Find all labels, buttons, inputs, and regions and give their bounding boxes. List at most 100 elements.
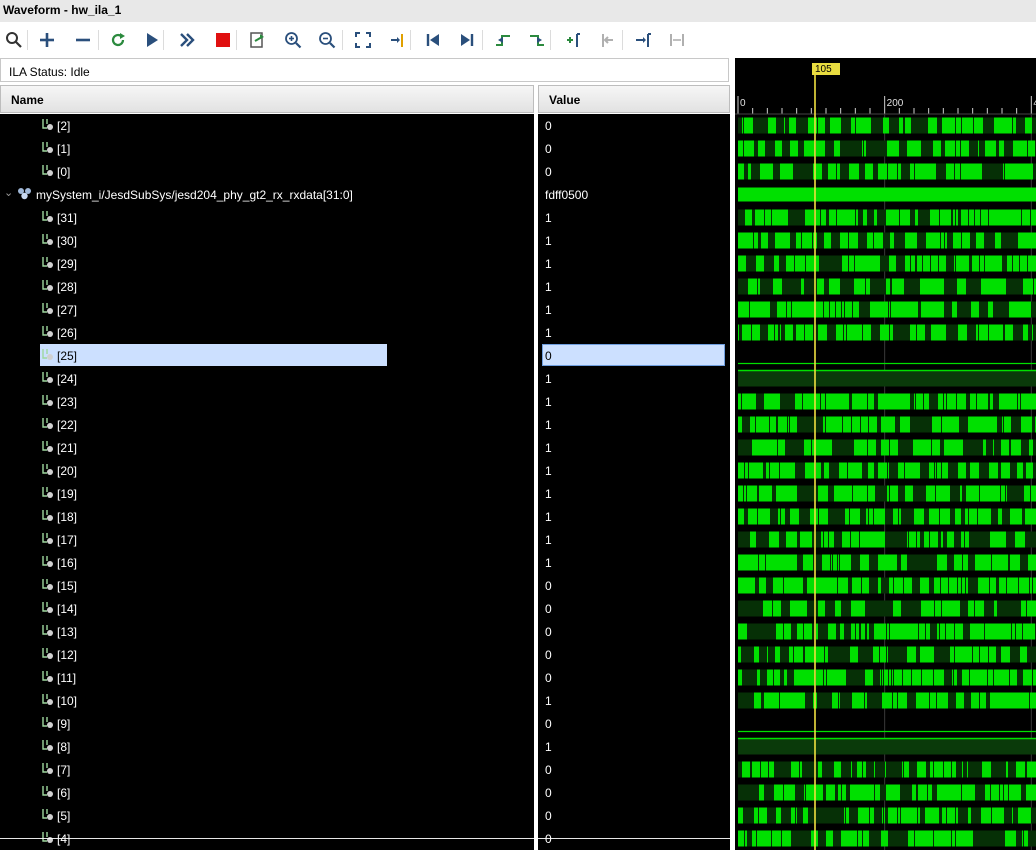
next-marker-button[interactable] bbox=[629, 26, 657, 54]
cursor-button[interactable] bbox=[383, 26, 411, 54]
signal-row[interactable]: [30] bbox=[0, 229, 534, 252]
fast-forward-button[interactable] bbox=[173, 26, 201, 54]
signal-value-row[interactable]: fdff0500 bbox=[538, 183, 730, 206]
name-column-header[interactable]: Name bbox=[0, 85, 534, 113]
signal-row[interactable]: [19] bbox=[0, 482, 534, 505]
column-splitter[interactable] bbox=[534, 85, 538, 850]
prev-transition-button[interactable] bbox=[489, 26, 517, 54]
signal-value-row[interactable]: 1 bbox=[538, 206, 730, 229]
signal-value-row[interactable]: 1 bbox=[538, 528, 730, 551]
signal-row[interactable]: [2] bbox=[0, 114, 534, 137]
signal-row[interactable]: [11] bbox=[0, 666, 534, 689]
signal-value-row[interactable]: 1 bbox=[538, 459, 730, 482]
signal-value-row[interactable]: 1 bbox=[538, 321, 730, 344]
signal-row[interactable]: [27] bbox=[0, 298, 534, 321]
signal-value-row[interactable]: 1 bbox=[538, 298, 730, 321]
export-button[interactable] bbox=[243, 26, 271, 54]
signal-value-row[interactable]: 1 bbox=[538, 252, 730, 275]
signal-row[interactable]: [7] bbox=[0, 758, 534, 781]
signal-row[interactable]: [8] bbox=[0, 735, 534, 758]
signal-row[interactable]: [10] bbox=[0, 689, 534, 712]
signal-row[interactable]: [9] bbox=[0, 712, 534, 735]
value-column-header[interactable]: Value bbox=[538, 85, 730, 113]
waveform-canvas[interactable]: 02004105 bbox=[735, 58, 1036, 850]
signal-row[interactable]: [21] bbox=[0, 436, 534, 459]
add-marker-button[interactable] bbox=[559, 26, 587, 54]
waveform-pulse bbox=[1021, 577, 1024, 594]
minus-button[interactable] bbox=[69, 26, 97, 54]
signal-value-row[interactable]: 1 bbox=[538, 436, 730, 459]
signal-row[interactable]: [28] bbox=[0, 275, 534, 298]
waveform-pulse bbox=[855, 255, 863, 272]
signal-value-row[interactable]: 0 bbox=[538, 712, 730, 735]
waveform-pulse bbox=[754, 531, 756, 548]
refresh-button[interactable] bbox=[104, 26, 132, 54]
zoom-out-button[interactable] bbox=[313, 26, 341, 54]
waveform-pulse bbox=[803, 393, 809, 410]
go-last-button[interactable] bbox=[453, 26, 481, 54]
signal-row[interactable]: [25] bbox=[0, 344, 534, 367]
signal-row[interactable]: [15] bbox=[0, 574, 534, 597]
plus-button[interactable] bbox=[33, 26, 61, 54]
signal-row[interactable]: [1] bbox=[0, 137, 534, 160]
signal-row[interactable]: [20] bbox=[0, 459, 534, 482]
signal-row[interactable]: [14] bbox=[0, 597, 534, 620]
signal-value-row[interactable]: 1 bbox=[538, 413, 730, 436]
signal-row[interactable]: [31] bbox=[0, 206, 534, 229]
bus-signal-row[interactable]: ⌄ mySystem_i/JesdSubSys/jesd204_phy_gt2_r… bbox=[0, 183, 534, 206]
signal-row[interactable]: [24] bbox=[0, 367, 534, 390]
signal-row[interactable]: [6] bbox=[0, 781, 534, 804]
signal-value-row[interactable]: 1 bbox=[538, 689, 730, 712]
zoom-fit-button[interactable] bbox=[349, 26, 377, 54]
zoom-in-button[interactable] bbox=[279, 26, 307, 54]
signal-row[interactable]: [16] bbox=[0, 551, 534, 574]
signal-row[interactable]: [18] bbox=[0, 505, 534, 528]
waveform-pulse bbox=[801, 278, 804, 295]
signal-value-row[interactable]: 0 bbox=[538, 758, 730, 781]
go-first-button[interactable] bbox=[419, 26, 447, 54]
signal-row[interactable]: [22] bbox=[0, 413, 534, 436]
prev-marker-button[interactable] bbox=[593, 26, 621, 54]
signal-value-row[interactable]: 0 bbox=[538, 620, 730, 643]
signal-value-row[interactable]: 1 bbox=[538, 275, 730, 298]
waveform-pulse bbox=[778, 508, 780, 525]
search-button[interactable] bbox=[0, 26, 28, 54]
horizontal-scrollbar-track[interactable] bbox=[0, 838, 730, 839]
signal-value-row[interactable]: 0 bbox=[538, 137, 730, 160]
stop-button[interactable] bbox=[209, 26, 237, 54]
waveform-pulse bbox=[816, 462, 821, 479]
signal-value-row[interactable]: 0 bbox=[538, 344, 730, 367]
waveform-pulse bbox=[766, 554, 773, 571]
signal-value-row[interactable]: 0 bbox=[538, 666, 730, 689]
signal-value-row[interactable]: 0 bbox=[538, 804, 730, 827]
signal-value-row[interactable]: 1 bbox=[538, 482, 730, 505]
signal-row[interactable]: [5] bbox=[0, 804, 534, 827]
signal-value-row[interactable]: 0 bbox=[538, 160, 730, 183]
waveform-pulse bbox=[858, 439, 867, 456]
signal-value-row[interactable]: 0 bbox=[538, 597, 730, 620]
waveform-pulse bbox=[971, 301, 977, 318]
signal-value-row[interactable]: 1 bbox=[538, 229, 730, 252]
signal-value-row[interactable]: 1 bbox=[538, 735, 730, 758]
waveform-pane[interactable]: 02004105 bbox=[735, 58, 1036, 850]
signal-value-row[interactable]: 0 bbox=[538, 574, 730, 597]
signal-row[interactable]: [26] bbox=[0, 321, 534, 344]
signal-row[interactable]: [29] bbox=[0, 252, 534, 275]
signal-row[interactable]: [17] bbox=[0, 528, 534, 551]
signal-value-row[interactable]: 0 bbox=[538, 781, 730, 804]
signal-row[interactable]: [13] bbox=[0, 620, 534, 643]
signal-value-row[interactable]: 1 bbox=[538, 551, 730, 574]
swap-cursor-button[interactable] bbox=[663, 26, 691, 54]
signal-row[interactable]: [23] bbox=[0, 390, 534, 413]
signal-row[interactable]: [0] bbox=[0, 160, 534, 183]
expand-chevron-icon[interactable]: ⌄ bbox=[4, 186, 14, 199]
signal-value-row[interactable]: 0 bbox=[538, 114, 730, 137]
play-button[interactable] bbox=[138, 26, 166, 54]
next-transition-button[interactable] bbox=[523, 26, 551, 54]
signal-value-row[interactable]: 1 bbox=[538, 505, 730, 528]
signal-row[interactable]: [12] bbox=[0, 643, 534, 666]
signal-value-row[interactable]: 1 bbox=[538, 367, 730, 390]
signal-value: 0 bbox=[545, 142, 552, 156]
signal-value-row[interactable]: 1 bbox=[538, 390, 730, 413]
signal-value-row[interactable]: 0 bbox=[538, 643, 730, 666]
